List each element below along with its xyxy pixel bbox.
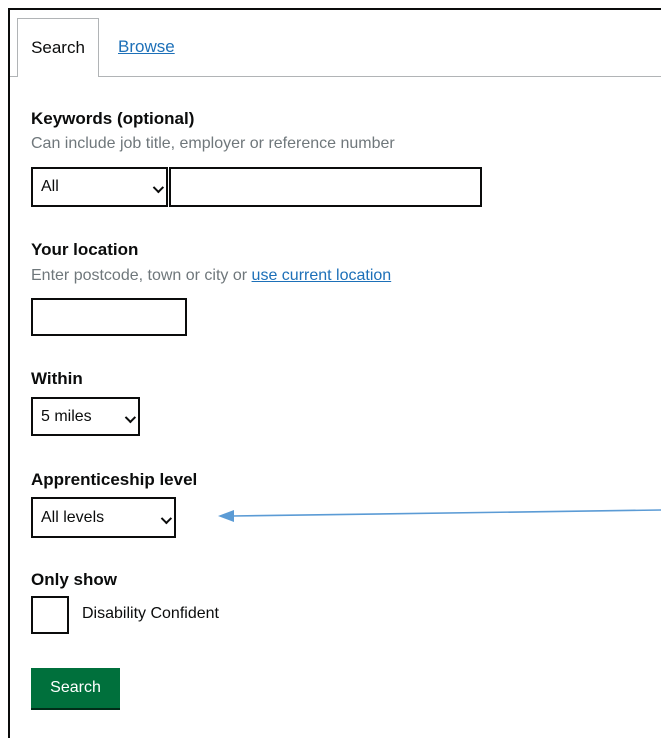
disability-confident-label[interactable]: Disability Confident <box>82 605 219 623</box>
only-show-label: Only show <box>31 570 117 589</box>
disability-confident-checkbox[interactable] <box>31 596 69 634</box>
search-button[interactable]: Search <box>31 668 120 708</box>
